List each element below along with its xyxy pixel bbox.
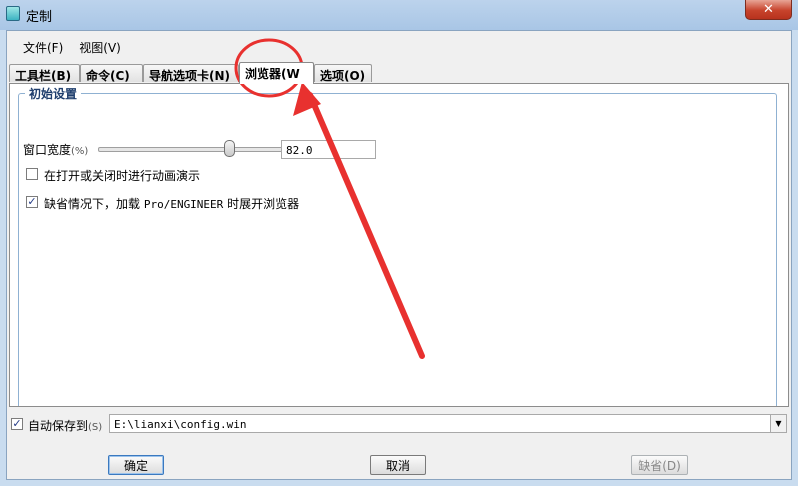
window-width-text: 窗口宽度 [23,143,72,157]
check-icon: ✓ [12,417,22,430]
animate-label: 在打开或关闭时进行动画演示 [44,169,201,183]
window-width-label: 窗口宽度(%) [23,141,88,158]
window-width-unit: (%) [71,146,89,157]
app-icon [6,6,20,21]
autosave-checkbox[interactable]: ✓ [11,418,23,430]
window-width-slider[interactable] [98,147,284,152]
tab-browser[interactable]: 浏览器(W [239,62,314,84]
check-icon: ✓ [27,195,37,208]
expand-browser-label: 缺省情况下，加载 Pro/ENGINEER 时展开浏览器 [44,195,299,212]
tab-panel-browser: 初始设置 窗口宽度(%) 82.0 在打开或关闭时进行动画演示 ✓ 缺省情况下，… [9,83,789,407]
tab-options[interactable]: 选项(O) [314,64,372,83]
expand-browser-text-prefix: 缺省情况下，加载 [44,197,144,211]
window-width-slider-thumb[interactable] [224,140,236,157]
initial-settings-group [18,93,777,406]
close-icon: ✕ [763,2,774,17]
title-bar: 定制 ✕ [0,0,798,30]
tab-commands[interactable]: 命令(C) [80,64,143,83]
window-width-input[interactable]: 82.0 [281,140,376,159]
expand-browser-text-suffix: 时展开浏览器 [223,197,300,211]
dialog-client: 文件(F) 视图(V) 工具栏(B) 命令(C) 导航选项卡(N) 浏览器(W … [6,30,792,480]
product-name: Pro/ENGINEER [143,198,224,211]
autosave-text: 自动保存到 [28,419,89,433]
menu-view[interactable]: 视图(V) [77,37,123,58]
group-title: 初始设置 [25,85,82,102]
expand-browser-checkbox[interactable]: ✓ [26,196,38,208]
animate-checkbox[interactable] [26,168,38,180]
tab-toolbar[interactable]: 工具栏(B) [9,64,80,83]
chevron-down-icon: ▼ [775,419,782,428]
menu-bar: 文件(F) 视图(V) [21,37,123,58]
window-title: 定制 [26,10,53,25]
menu-file[interactable]: 文件(F) [21,37,65,58]
cancel-button[interactable]: 取消 [370,455,426,475]
tab-navigation[interactable]: 导航选项卡(N) [143,64,239,83]
autosave-path-input[interactable]: E:\lianxi\config.win [109,414,771,433]
close-button[interactable]: ✕ [745,0,792,20]
default-button[interactable]: 缺省(D) [631,455,688,475]
autosave-path-dropdown[interactable]: ▼ [771,414,787,433]
autosave-label: 自动保存到(S) [28,417,102,434]
ok-button[interactable]: 确定 [108,455,164,475]
autosave-shortcut: (S) [88,422,103,433]
